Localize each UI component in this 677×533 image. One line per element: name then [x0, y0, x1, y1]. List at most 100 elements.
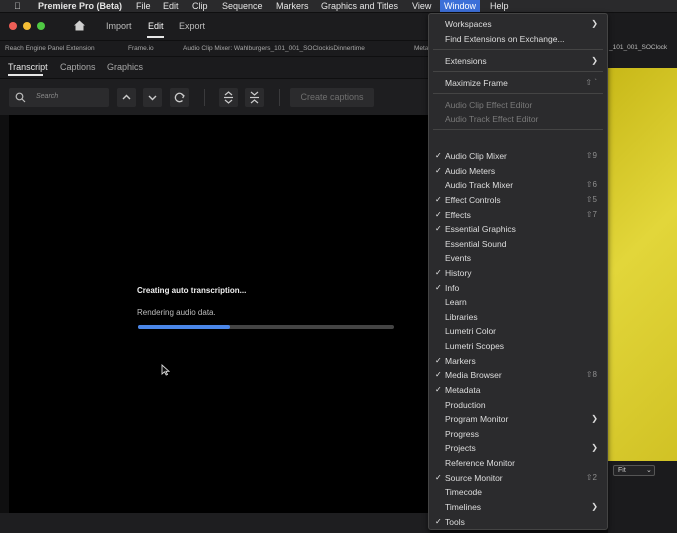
close-window-button[interactable] — [9, 22, 17, 30]
menu-separator — [433, 93, 603, 94]
shortcut-audio-track-mixer: ⇧6 — [585, 180, 597, 190]
menu-item-effects[interactable]: Effects — [445, 210, 471, 220]
panel-tab-audio-clip-mixer[interactable]: Audio Clip Mixer: Wahlburgers_101_001_SO… — [183, 45, 365, 52]
menu-item-learn[interactable]: Learn — [445, 297, 467, 307]
expand-all-button[interactable] — [219, 88, 238, 107]
menu-item-find-extensions[interactable]: Find Extensions on Exchange... — [445, 34, 565, 44]
menu-item-production[interactable]: Production — [445, 400, 486, 410]
progress-bar-fill — [138, 325, 231, 329]
search-icon — [15, 92, 26, 103]
toolbar-divider — [279, 89, 280, 106]
menu-item-info[interactable]: Info — [445, 283, 459, 293]
shortcut-media-browser: ⇧8 — [585, 370, 597, 380]
minimize-window-button[interactable] — [23, 22, 31, 30]
progress-status: Rendering audio data. — [137, 308, 216, 317]
collapse-all-button[interactable] — [245, 88, 264, 107]
toolbar-divider — [204, 89, 205, 106]
menu-item-progress[interactable]: Progress — [445, 429, 479, 439]
chevron-right-icon: ❯ — [591, 501, 598, 511]
menu-item-program-monitor[interactable]: Program Monitor — [445, 414, 508, 424]
tab-graphics[interactable]: Graphics — [107, 62, 143, 72]
tab-edit[interactable]: Edit — [148, 21, 164, 31]
chevron-right-icon: ❯ — [591, 443, 598, 453]
checkmark-icon: ✓ — [435, 282, 442, 292]
shortcut-effect-controls: ⇧5 — [585, 194, 597, 204]
menu-item-audio-clip-mixer[interactable]: Audio Clip Mixer — [445, 151, 507, 161]
checkmark-icon: ✓ — [435, 165, 442, 175]
tab-import[interactable]: Import — [106, 21, 132, 31]
menu-item-lumetri-scopes[interactable]: Lumetri Scopes — [445, 341, 504, 351]
menu-item-audio-clip-effect-editor: Audio Clip Effect Editor — [445, 100, 533, 110]
transcript-tab-indicator — [8, 74, 43, 76]
chevron-right-icon: ❯ — [591, 414, 598, 424]
previous-result-button[interactable] — [117, 88, 136, 107]
menu-item-reference-monitor[interactable]: Reference Monitor — [445, 458, 515, 468]
menu-item-source-monitor[interactable]: Source Monitor — [445, 473, 503, 483]
chevron-up-icon — [122, 94, 131, 100]
menu-view[interactable]: View — [412, 0, 431, 12]
menu-item-events[interactable]: Events — [445, 253, 471, 263]
menu-item-history[interactable]: History — [445, 268, 471, 278]
shortcut-audio-clip-mixer: ⇧9 — [585, 151, 597, 160]
video-preview — [608, 68, 677, 461]
checkmark-icon: ✓ — [435, 194, 442, 204]
menu-item-metadata[interactable]: Metadata — [445, 385, 480, 395]
panel-tab-frameio[interactable]: Frame.io — [128, 45, 154, 52]
menu-item-timecode[interactable]: Timecode — [445, 487, 482, 497]
menu-item-audio-track-mixer[interactable]: Audio Track Mixer — [445, 180, 513, 190]
checkmark-icon: ✓ — [435, 209, 442, 219]
menu-item-effect-controls[interactable]: Effect Controls — [445, 195, 501, 205]
panel-tab-metadata[interactable]: Meta — [414, 45, 428, 52]
menu-graphics-titles[interactable]: Graphics and Titles — [321, 0, 398, 12]
expand-icon — [224, 91, 233, 104]
zoom-window-button[interactable] — [37, 22, 45, 30]
create-captions-button[interactable]: Create captions — [290, 88, 374, 107]
menu-clip[interactable]: Clip — [192, 0, 208, 12]
progress-bar — [138, 325, 394, 329]
menu-markers[interactable]: Markers — [276, 0, 309, 12]
collapse-icon — [250, 91, 259, 104]
menu-item-timelines[interactable]: Timelines — [445, 502, 481, 512]
menu-item-media-browser[interactable]: Media Browser — [445, 370, 502, 380]
tab-captions[interactable]: Captions — [60, 62, 96, 72]
next-result-button[interactable] — [143, 88, 162, 107]
menu-item-essential-graphics[interactable]: Essential Graphics — [445, 224, 516, 234]
refresh-button[interactable] — [170, 88, 189, 107]
apple-icon[interactable]:  — [14, 0, 21, 12]
menu-item-maximize-frame[interactable]: Maximize Frame — [445, 78, 508, 88]
chevron-down-icon — [148, 95, 157, 101]
checkmark-icon: ✓ — [435, 516, 442, 526]
active-tab-indicator — [147, 36, 164, 38]
menu-item-projects[interactable]: Projects — [445, 443, 476, 453]
window-dropdown-menu: Workspaces ❯ Find Extensions on Exchange… — [428, 13, 608, 530]
menu-window[interactable]: Window — [440, 0, 481, 12]
menu-item-lumetri-color[interactable]: Lumetri Color — [445, 326, 496, 336]
text-panel-tabs: Transcript Captions Graphics — [0, 57, 430, 78]
menu-item-libraries[interactable]: Libraries — [445, 312, 478, 322]
menu-separator — [433, 49, 603, 50]
menu-item-workspaces[interactable]: Workspaces — [445, 19, 492, 29]
menu-item-extensions[interactable]: Extensions — [445, 56, 487, 66]
chevron-down-icon: ⌄ — [646, 467, 652, 474]
menu-sequence[interactable]: Sequence — [222, 0, 263, 12]
program-monitor-panel: _101_001_SOClock Fit ⌄ — [608, 13, 677, 533]
tab-transcript[interactable]: Transcript — [8, 62, 48, 72]
shortcut-source-monitor: ⇧2 — [585, 472, 597, 482]
menu-item-tools[interactable]: Tools — [445, 517, 465, 527]
menu-help[interactable]: Help — [490, 0, 509, 12]
menu-item-essential-sound[interactable]: Essential Sound — [445, 239, 506, 249]
program-monitor-title: _101_001_SOClock — [609, 44, 668, 51]
menu-app[interactable]: Premiere Pro (Beta) — [38, 0, 122, 12]
menu-file[interactable]: File — [136, 0, 151, 12]
menu-edit[interactable]: Edit — [163, 0, 179, 12]
fit-select[interactable]: Fit ⌄ — [613, 465, 655, 476]
menu-item-audio-track-effect-editor: Audio Track Effect Editor — [445, 114, 539, 124]
home-icon[interactable] — [73, 19, 86, 32]
menu-item-audio-meters[interactable]: Audio Meters — [445, 166, 495, 176]
search-input[interactable]: Search — [9, 88, 109, 107]
menu-item-markers[interactable]: Markers — [445, 356, 476, 366]
checkmark-icon: ✓ — [435, 384, 442, 394]
checkmark-icon: ✓ — [435, 370, 442, 380]
panel-tab-reach-engine[interactable]: Reach Engine Panel Extension — [5, 45, 95, 52]
tab-export[interactable]: Export — [179, 21, 205, 31]
